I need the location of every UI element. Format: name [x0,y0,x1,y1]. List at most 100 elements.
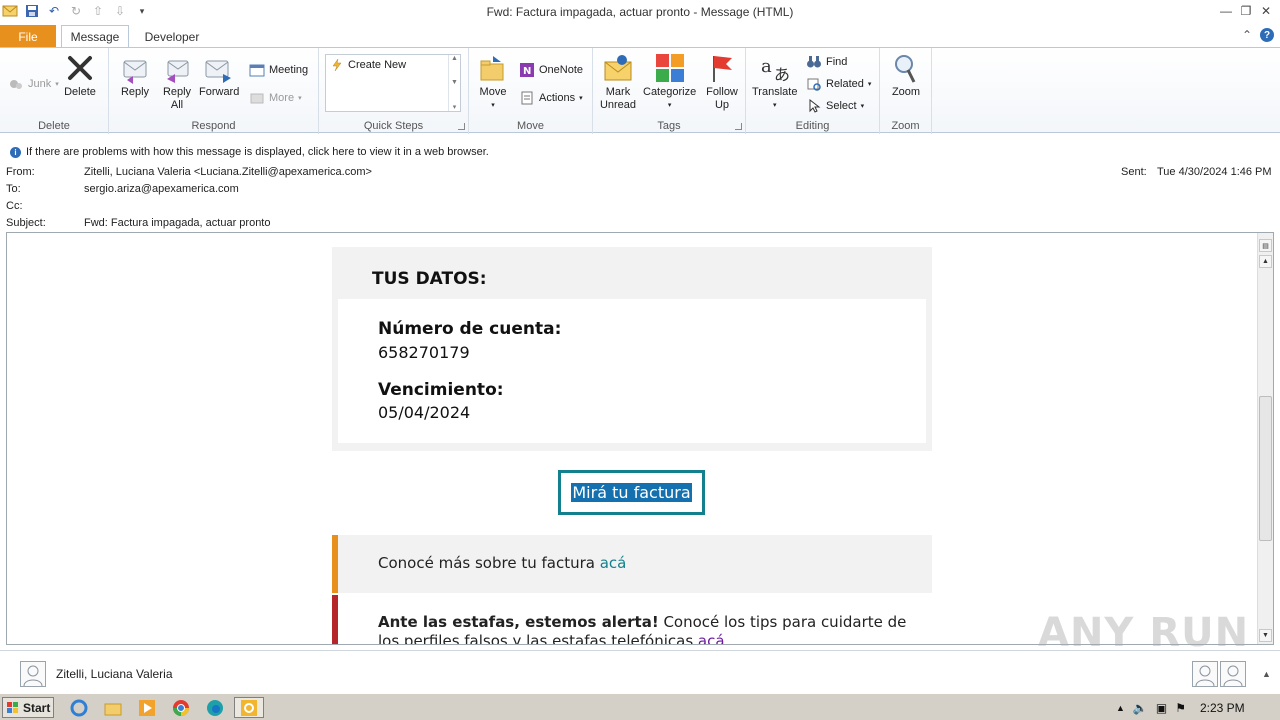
media-player-icon[interactable] [135,697,159,718]
network-icon[interactable]: ▣ [1156,701,1167,715]
quick-steps-scroll[interactable]: ▲ ▼ ▾ [448,55,460,111]
expand-people-pane-icon[interactable]: ▲ [1262,669,1271,679]
page-icon[interactable]: ▤ [1259,239,1272,252]
band1-text-line: Conocé más sobre tu factura acá [378,554,626,572]
help-icon[interactable]: ? [1260,28,1274,42]
view-invoice-label: Mirá tu factura [571,483,692,502]
tab-developer[interactable]: Developer [136,25,208,48]
restore-icon[interactable]: ❐ [1236,2,1256,20]
reply-all-label: Reply All [162,86,192,111]
tab-message[interactable]: Message [61,25,129,48]
reply-all-icon [167,60,189,83]
forward-button[interactable]: Forward [199,52,239,99]
related-button[interactable]: Related ▾ [806,76,871,92]
sent-value: Tue 4/30/2024 1:46 PM [1157,166,1272,178]
categorize-button[interactable]: Categorize ▾ [643,52,696,112]
action-center-flag-icon[interactable]: ⚑ [1175,701,1186,715]
more-respond-button[interactable]: More ▾ [249,90,302,106]
meeting-icon [249,64,265,77]
from-label: From: [6,166,35,178]
scroll-thumb[interactable] [1259,396,1272,541]
create-new-quick-step[interactable]: Create New [330,58,406,72]
message-scrollbar[interactable]: ▤ ▲ ▼ [1257,233,1273,644]
delete-group-label: Delete [38,120,70,132]
delete-button[interactable]: Delete [64,52,96,99]
scroll-down-icon[interactable]: ▼ [1259,629,1272,642]
junk-icon [10,80,22,89]
translate-label: Translate [752,86,798,98]
actions-button[interactable]: Actions ▾ [519,90,583,106]
minimize-icon[interactable]: — [1216,2,1236,20]
related-icon [807,78,821,91]
follow-up-button[interactable]: Follow Up [703,52,741,112]
edge-icon[interactable] [203,697,227,718]
meeting-button[interactable]: Meeting [249,62,308,78]
junk-label: Junk [28,78,52,90]
mark-unread-icon [604,55,632,81]
reply-button[interactable]: Reply [119,52,151,99]
card-title: TUS DATOS: [372,269,487,289]
quick-steps-launcher[interactable] [458,123,465,130]
select-button[interactable]: Select ▾ [806,98,864,114]
junk-button[interactable]: Junk ▾ [8,76,59,92]
from-value[interactable]: Zitelli, Luciana Valeria <Luciana.Zitell… [84,166,372,178]
translate-button[interactable]: aあ Translate ▾ [752,52,797,112]
more-icon [250,93,264,104]
minimize-ribbon-icon[interactable]: ⌃ [1242,28,1252,42]
people-avatar-1[interactable] [1192,661,1218,687]
onenote-button[interactable]: N OneNote [519,62,583,78]
explorer-icon[interactable] [101,697,125,718]
due-label: Vencimiento: [378,380,504,400]
zoom-label: Zoom [891,86,921,98]
chrome-icon[interactable] [169,697,193,718]
binoculars-icon [807,56,821,68]
to-value[interactable]: sergio.ariza@apexamerica.com [84,183,239,195]
move-folder-icon [480,56,504,81]
view-invoice-button[interactable]: Mirá tu factura [558,470,705,515]
tab-file[interactable]: File [0,25,56,48]
scroll-up-icon[interactable]: ▲ [1259,255,1272,268]
info-bar-text: If there are problems with how this mess… [26,146,489,158]
delete-label: Delete [64,86,96,98]
categorize-icon [655,54,684,82]
ie-icon[interactable] [67,697,91,718]
ribbon-tabs: File Message Developer ⌃ ? [0,24,1280,48]
start-label: Start [23,700,51,715]
mark-unread-button[interactable]: Mark Unread [599,52,637,112]
reply-label: Reply [120,86,150,98]
card-inner: Número de cuenta: 658270179 Vencimiento:… [338,299,926,443]
tags-group: Mark Unread Categorize ▾ Follow Up Tags [593,48,746,134]
zoom-button[interactable]: Zoom [890,52,922,99]
onenote-icon: N [520,63,534,77]
reply-icon [123,60,147,84]
find-button[interactable]: Find [806,54,847,70]
band1-link[interactable]: acá [600,554,627,572]
sender-avatar[interactable] [20,661,46,687]
people-avatar-2[interactable] [1220,661,1246,687]
flag-icon [713,56,732,82]
delete-group: Junk ▾ Delete Delete [0,48,109,134]
sender-name[interactable]: Zitelli, Luciana Valeria [56,667,173,681]
tags-launcher[interactable] [735,123,742,130]
outlook-taskbar-icon[interactable] [234,697,264,718]
move-group-label: Move [517,120,544,132]
reply-all-button[interactable]: Reply All [159,52,195,112]
editing-group: aあ Translate ▾ Find Related ▾ Select ▾ Edi… [746,48,880,134]
info-bar[interactable]: i If there are problems with how this me… [0,143,1280,161]
start-button[interactable]: Start [2,697,54,718]
tray-expand-icon[interactable]: ▲ [1116,703,1125,713]
forward-icon [205,60,232,83]
band2-link[interactable]: acá [698,632,725,644]
forward-label: Forward [199,86,240,98]
clock[interactable]: 2:23 PM [1200,701,1245,715]
move-button[interactable]: Move ▾ [477,52,509,112]
volume-icon[interactable]: 🔈 [1133,701,1148,715]
close-icon[interactable]: ✕ [1256,2,1276,20]
taskbar: Start ▲ 🔈 ▣ ⚑ 2:23 PM [0,693,1280,720]
message-body[interactable]: TUS DATOS: Número de cuenta: 658270179 V… [6,232,1274,645]
lightning-icon [332,58,342,72]
person-icon [23,665,43,687]
create-new-label: Create New [348,59,407,71]
sent-label: Sent: [1121,166,1147,178]
translate-icon: aあ [761,56,790,84]
